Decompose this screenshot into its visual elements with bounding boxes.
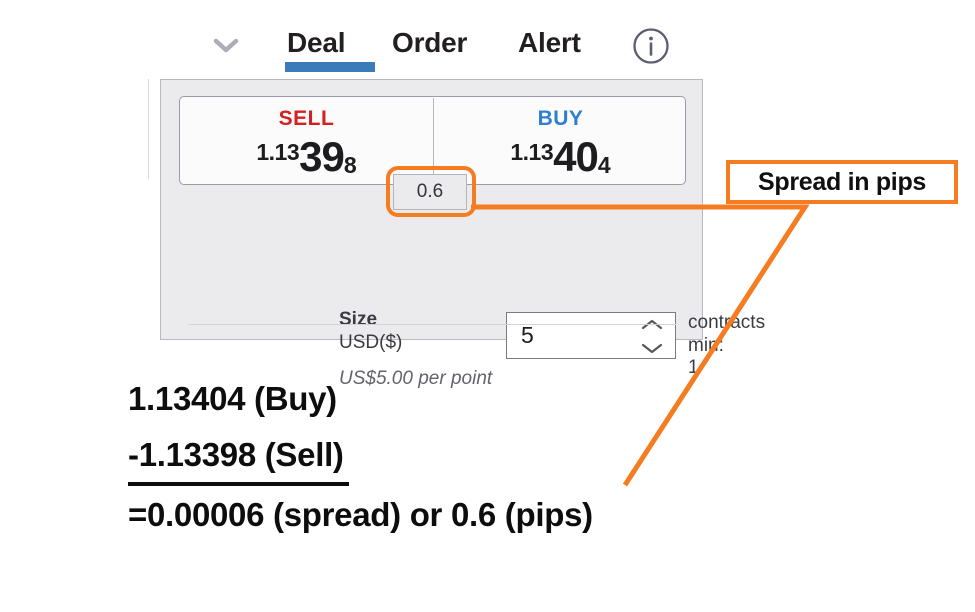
chevron-down-icon [641,342,663,355]
size-label: Size [339,309,377,331]
tab-deal[interactable]: Deal [287,26,345,60]
tab-deal-active-underline [285,62,375,72]
info-circle-glyph [631,26,671,66]
info-circle-icon[interactable] [631,26,671,66]
formula-line-buy: 1.13404 (Buy) [128,370,768,428]
spread-highlight-box [386,166,476,217]
buy-price-suffix: 4 [598,152,611,178]
chevron-down-icon [213,38,239,54]
sell-label: SELL [180,107,433,131]
formula-line-sell: -1.13398 (Sell) [128,428,349,486]
panel-left-edge [148,79,149,179]
tab-alert-label: Alert [518,27,581,58]
size-input[interactable] [507,313,637,358]
tab-alert[interactable]: Alert [518,26,581,60]
tab-bar: Deal Order Alert [0,0,975,72]
formula-line-sell-wrapper: -1.13398 (Sell) [128,428,768,486]
size-currency: USD($) [339,332,402,354]
contracts-label: contracts [688,312,765,334]
sell-price-big: 39 [299,133,344,180]
sell-price-prefix: 1.13 [256,139,299,165]
collapse-chevron-down-icon[interactable] [207,33,245,59]
callout-spread-in-pips: Spread in pips [726,160,958,204]
tab-order-label: Order [392,27,467,58]
buy-label: BUY [434,107,687,131]
buy-price-prefix: 1.13 [510,139,553,165]
buy-price-big: 40 [553,133,598,180]
stepper-down-button[interactable] [641,342,663,355]
sell-price-suffix: 8 [344,152,357,178]
tab-deal-label: Deal [287,27,345,58]
panel-divider [188,324,676,325]
quantity-stepper[interactable] [506,312,676,359]
callout-label: Spread in pips [758,168,926,197]
tab-order[interactable]: Order [392,26,467,60]
formula-line-result: =0.00006 (spread) or 0.6 (pips) [128,486,768,544]
spread-calculation: 1.13404 (Buy) -1.13398 (Sell) =0.00006 (… [128,370,768,544]
